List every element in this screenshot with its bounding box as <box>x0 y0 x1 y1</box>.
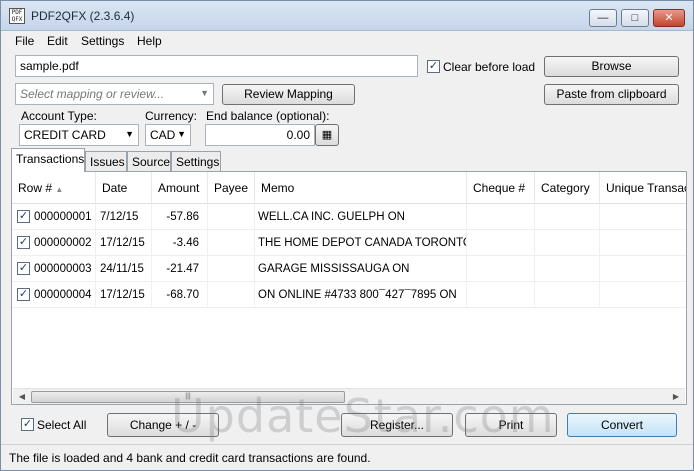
account-type-label: Account Type: <box>21 109 97 123</box>
cell-memo: THE HOME DEPOT CANADA TORONTO ON <box>255 230 467 256</box>
menu-bar: File Edit Settings Help <box>1 31 693 51</box>
table-row[interactable]: ✓ 000000002 17/12/15 -3.46 THE HOME DEPO… <box>12 230 686 256</box>
chevron-down-icon: ▼ <box>200 88 209 98</box>
print-button[interactable]: Print <box>465 413 557 437</box>
cell-cheque <box>467 204 535 230</box>
cell-payee <box>208 230 255 256</box>
cell-row-number: 000000004 <box>34 282 96 308</box>
status-bar: The file is loaded and 4 bank and credit… <box>1 444 693 470</box>
column-header-row[interactable]: Row # ▲ <box>12 172 96 204</box>
menu-help[interactable]: Help <box>137 34 162 48</box>
file-path-input[interactable]: sample.pdf <box>15 55 418 77</box>
cell-amount: -57.86 <box>152 204 208 230</box>
cell-category <box>535 256 600 282</box>
cell-category <box>535 204 600 230</box>
cell-date: 24/11/15 <box>96 256 152 282</box>
column-header-label: Row # <box>18 181 53 195</box>
cell-category <box>535 230 600 256</box>
cell-date: 17/12/15 <box>96 230 152 256</box>
table-row[interactable]: ✓ 000000004 17/12/15 -68.70 ON ONLINE #4… <box>12 282 686 308</box>
column-header-payee[interactable]: Payee <box>208 172 255 204</box>
tab-transactions[interactable]: Transactions <box>11 148 85 172</box>
mapping-placeholder: Select mapping or review... <box>20 87 165 101</box>
currency-select[interactable]: CAD ▼ <box>145 124 191 146</box>
tab-settings[interactable]: Settings <box>171 151 221 171</box>
cell-date: 7/12/15 <box>96 204 152 230</box>
cell-memo: WELL.CA INC. GUELPH ON <box>255 204 467 230</box>
change-sign-button[interactable]: Change + / - <box>107 413 219 437</box>
table-row[interactable]: ✓ 000000001 7/12/15 -57.86 WELL.CA INC. … <box>12 204 686 230</box>
tab-source[interactable]: Source <box>127 151 171 171</box>
convert-button[interactable]: Convert <box>567 413 677 437</box>
currency-value: CAD <box>150 128 176 142</box>
sort-ascending-icon: ▲ <box>55 185 64 194</box>
cell-payee <box>208 256 255 282</box>
column-header-category[interactable]: Category <box>535 172 600 204</box>
row-select-checkbox[interactable]: ✓ <box>17 236 30 249</box>
mapping-select[interactable]: Select mapping or review... ▼ <box>15 83 214 105</box>
review-mapping-button[interactable]: Review Mapping <box>222 84 355 105</box>
chevron-down-icon: ▼ <box>177 129 186 139</box>
column-header-amount[interactable]: Amount <box>152 172 208 204</box>
column-header-unique-transaction[interactable]: Unique Transact <box>600 172 686 204</box>
table-row[interactable]: ✓ 000000003 24/11/15 -21.47 GARAGE MISSI… <box>12 256 686 282</box>
cell-cheque <box>467 230 535 256</box>
cell-amount: -3.46 <box>152 230 208 256</box>
end-balance-input[interactable]: 0.00 <box>205 124 315 146</box>
maximize-button[interactable]: □ <box>621 9 649 27</box>
select-all-checkbox[interactable]: ✓ <box>21 418 34 431</box>
menu-edit[interactable]: Edit <box>47 34 68 48</box>
row-select-checkbox[interactable]: ✓ <box>17 210 30 223</box>
app-window: PDF QFX PDF2QFX (2.3.6.4) — □ ✕ File Edit… <box>0 0 694 471</box>
close-button[interactable]: ✕ <box>653 9 685 27</box>
grid-header: Row # ▲ Date Amount Payee Memo Cheque # … <box>12 172 686 204</box>
select-all-label: Select All <box>37 418 87 432</box>
cell-memo: ON ONLINE #4733 800¯427¯7895 ON <box>255 282 467 308</box>
currency-label: Currency: <box>145 109 198 123</box>
calculator-icon[interactable]: ▦ <box>315 124 339 146</box>
window-title: PDF2QFX (2.3.6.4) <box>31 9 135 23</box>
title-bar: PDF QFX PDF2QFX (2.3.6.4) — □ ✕ <box>1 1 693 31</box>
menu-file[interactable]: File <box>15 34 34 48</box>
scrollbar-thumb[interactable]: ||| <box>31 391 345 403</box>
menu-settings[interactable]: Settings <box>81 34 124 48</box>
cell-payee <box>208 282 255 308</box>
cell-memo: GARAGE MISSISSAUGA ON <box>255 256 467 282</box>
column-header-date[interactable]: Date <box>96 172 152 204</box>
cell-payee <box>208 204 255 230</box>
cell-category <box>535 282 600 308</box>
cell-row-number: 000000002 <box>34 230 96 256</box>
paste-from-clipboard-button[interactable]: Paste from clipboard <box>544 84 679 105</box>
cell-date: 17/12/15 <box>96 282 152 308</box>
chevron-down-icon: ▼ <box>125 129 134 139</box>
cell-amount: -21.47 <box>152 256 208 282</box>
row-select-checkbox[interactable]: ✓ <box>17 288 30 301</box>
minimize-button[interactable]: — <box>589 9 617 27</box>
clear-before-load-checkbox[interactable]: ✓ <box>427 60 440 73</box>
tab-issues[interactable]: Issues <box>85 151 127 171</box>
browse-button[interactable]: Browse <box>544 56 679 77</box>
row-select-checkbox[interactable]: ✓ <box>17 262 30 275</box>
transactions-grid: Row # ▲ Date Amount Payee Memo Cheque # … <box>11 171 687 405</box>
cell-cheque <box>467 282 535 308</box>
cell-row-number: 000000001 <box>34 204 96 230</box>
clear-before-load-label: Clear before load <box>443 60 536 74</box>
register-button[interactable]: Register... <box>341 413 453 437</box>
account-type-select[interactable]: CREDIT CARD ▼ <box>19 124 139 146</box>
scroll-right-icon[interactable]: ▶ <box>669 391 683 403</box>
scroll-left-icon[interactable]: ◀ <box>15 391 29 403</box>
horizontal-scrollbar[interactable]: ◀ ||| ▶ <box>13 388 685 404</box>
cell-cheque <box>467 256 535 282</box>
pdf-app-icon: PDF QFX <box>9 8 25 24</box>
account-type-value: CREDIT CARD <box>24 128 106 142</box>
end-balance-label: End balance (optional): <box>206 109 330 123</box>
cell-row-number: 000000003 <box>34 256 96 282</box>
column-header-memo[interactable]: Memo <box>255 172 467 204</box>
column-header-cheque[interactable]: Cheque # <box>467 172 535 204</box>
cell-amount: -68.70 <box>152 282 208 308</box>
